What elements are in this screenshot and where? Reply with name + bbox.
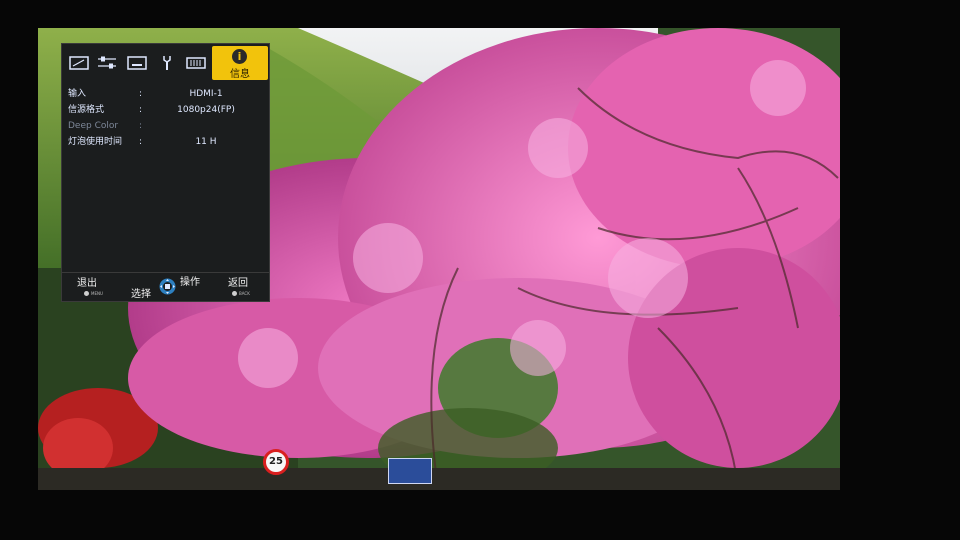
separator: : bbox=[139, 121, 143, 131]
separator: : bbox=[139, 105, 143, 115]
road-sign bbox=[388, 458, 432, 484]
tab-input-settings[interactable] bbox=[124, 50, 150, 76]
deep-color-label: Deep Color bbox=[68, 121, 119, 131]
back-key-icon bbox=[232, 291, 237, 296]
tab-picture[interactable] bbox=[66, 50, 92, 76]
select-label: 选择 bbox=[131, 289, 151, 300]
speed-limit-sign: 25 bbox=[263, 449, 289, 475]
info-row-lamp-hours: 灯泡使用时间 : 11 H bbox=[62, 134, 271, 150]
projector-osd-menu: i 信息 输入 : HDMI-1 信源格式 : 1080p24(FP) Deep… bbox=[61, 43, 270, 302]
menu-key-label: MENU bbox=[91, 291, 103, 296]
menu-key-icon bbox=[84, 291, 89, 296]
navigation-dial-icon bbox=[159, 278, 176, 295]
picture-icon bbox=[69, 56, 89, 70]
osd-footer: 退出 MENU 选择 操作 返回 BACK bbox=[62, 272, 269, 301]
back-key-label: BACK bbox=[239, 291, 250, 296]
wrench-icon bbox=[163, 56, 171, 70]
display-icon bbox=[186, 57, 206, 69]
tab-display[interactable] bbox=[183, 50, 209, 76]
lamp-hours-value: 11 H bbox=[195, 137, 217, 147]
separator: : bbox=[139, 89, 143, 99]
lamp-hours-label: 灯泡使用时间 bbox=[68, 137, 123, 147]
info-row-deep-color: Deep Color : bbox=[62, 118, 271, 134]
source-format-value: 1080p24(FP) bbox=[177, 105, 235, 115]
input-label: 输入 bbox=[68, 89, 87, 99]
tab-adjust[interactable] bbox=[94, 50, 120, 76]
tab-information-label: 信息 bbox=[230, 69, 250, 80]
source-format-label: 信源格式 bbox=[68, 105, 105, 115]
osd-tab-bar: i 信息 bbox=[62, 44, 271, 82]
separator: : bbox=[139, 137, 143, 147]
tab-information[interactable]: i 信息 bbox=[212, 46, 268, 80]
input-value: HDMI-1 bbox=[189, 89, 223, 99]
adjust-sliders-icon bbox=[98, 56, 116, 69]
exit-label: 退出 bbox=[77, 278, 97, 289]
info-row-input: 输入 : HDMI-1 bbox=[62, 86, 271, 102]
input-settings-icon bbox=[127, 56, 147, 70]
tab-setup[interactable] bbox=[154, 50, 180, 76]
info-icon: i bbox=[232, 49, 247, 64]
information-panel: 输入 : HDMI-1 信源格式 : 1080p24(FP) Deep Colo… bbox=[62, 86, 271, 150]
back-label: 返回 bbox=[228, 278, 248, 289]
operate-label: 操作 bbox=[180, 277, 200, 288]
info-row-source-format: 信源格式 : 1080p24(FP) bbox=[62, 102, 271, 118]
